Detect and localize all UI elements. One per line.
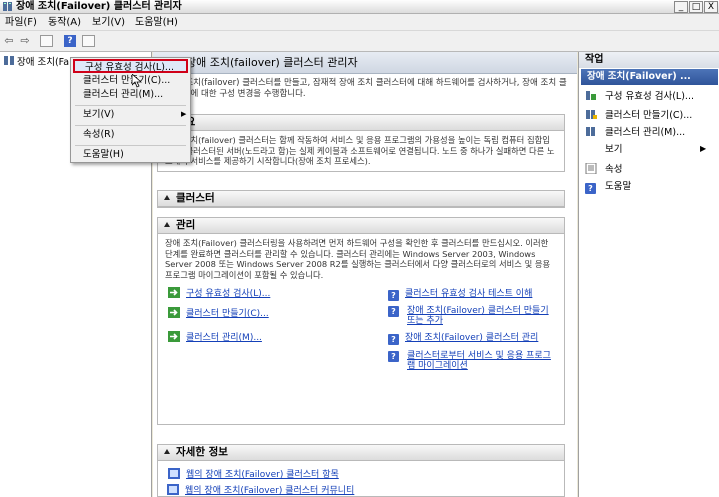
validate-config-link[interactable]: 구성 유효성 검사(L)... [168, 286, 270, 299]
action-pane-title: 작업 [579, 52, 719, 68]
overview-section: 개요 장애 조치(failover) 클러스터는 함께 작동하여 서비스 및 응… [157, 114, 565, 172]
center-pane: 장애 조치(failover) 클러스터 관리자 장애 조치(failover)… [153, 52, 577, 497]
manage-section: 관리 장애 조치(Failover) 클러스터링을 사용하려면 먼저 하드웨어 … [157, 217, 565, 425]
action-properties[interactable]: 속성 [585, 163, 622, 176]
help-icon: ? [388, 290, 399, 301]
back-arrow-icon[interactable]: ⇦ [2, 34, 16, 48]
collapse-icon [164, 222, 170, 227]
overview-header[interactable]: 개요 [158, 115, 564, 131]
green-arrow-icon [168, 331, 180, 342]
menu-bar: 파일(F) 동작(A) 보기(V) 도움말(H) [0, 14, 719, 31]
submenu-arrow-icon: ▶ [700, 144, 707, 153]
context-help[interactable]: 도움말(H) [73, 148, 188, 162]
manage-text: 장애 조치(Failover) 클러스터링을 사용하려면 먼저 하드웨어 구성을… [165, 238, 551, 280]
menu-help[interactable]: 도움말(H) [135, 14, 178, 31]
menu-separator [75, 125, 186, 126]
menu-separator [75, 145, 186, 146]
context-view[interactable]: 보기(V) [73, 108, 188, 122]
context-create-cluster[interactable]: 클러스터 만들기(C)... [73, 74, 188, 88]
menu-view[interactable]: 보기(V) [92, 14, 125, 31]
clusters-section: 클러스터 [157, 190, 565, 208]
collapse-icon [164, 449, 170, 454]
minimize-button[interactable]: _ [674, 1, 688, 13]
show-hide-action-pane-icon[interactable] [82, 35, 95, 47]
cluster-manager-icon [3, 2, 12, 11]
green-arrow-icon [168, 287, 180, 298]
context-properties[interactable]: 속성(R) [73, 128, 188, 142]
help-icon: ? [585, 183, 596, 194]
title-bar: 장애 조치(Failover) 클러스터 관리자 _ □ X [0, 0, 719, 14]
create-add-cluster-link[interactable]: ? 장애 조치(Failover) 클러스터 만들기 또는 추가 [388, 306, 558, 326]
menu-separator [75, 105, 186, 106]
intro-text: 장애 조치(failover) 클러스터를 만들고, 잠재적 장애 조치 클러스… [167, 78, 567, 99]
more-info-header[interactable]: 자세한 정보 [158, 445, 564, 461]
center-header: 장애 조치(failover) 클러스터 관리자 [153, 52, 577, 74]
help-icon: ? [388, 351, 399, 362]
action-pane-subheader[interactable]: 장애 조치(Failover) ... [581, 69, 718, 85]
forward-arrow-icon[interactable]: ⇨ [18, 34, 32, 48]
action-validate-config[interactable]: 구성 유효성 검사(L)... [585, 90, 694, 103]
properties-icon [585, 163, 597, 174]
toolbar: ⇦ ⇨ ? [0, 31, 719, 52]
cluster-manager-icon [4, 56, 14, 65]
maximize-button[interactable]: □ [689, 1, 703, 13]
manage-cluster-link[interactable]: 클러스터 관리(M)... [168, 330, 262, 343]
mouse-pointer-icon [132, 74, 142, 88]
action-pane: 작업 장애 조치(Failover) ... 구성 유효성 검사(L)... 클… [578, 52, 719, 497]
action-view[interactable]: 보기 [605, 144, 622, 156]
clusters-title: 클러스터 [176, 192, 215, 204]
more-info-title: 자세한 정보 [176, 446, 228, 458]
web-topics-link[interactable]: 웹의 장애 조치(Failover) 클러스터 항목 [168, 467, 339, 480]
context-manage-cluster[interactable]: 클러스터 관리(M)... [73, 88, 188, 102]
manage-header[interactable]: 관리 [158, 218, 564, 234]
action-manage-cluster[interactable]: 클러스터 관리(M)... [585, 126, 685, 139]
window-title: 장애 조치(Failover) 클러스터 관리자 [16, 1, 182, 12]
page-title: 장애 조치(failover) 클러스터 관리자 [186, 56, 358, 69]
action-create-cluster[interactable]: 클러스터 만들기(C)... [585, 109, 692, 122]
validate-icon [586, 91, 596, 100]
clusters-header[interactable]: 클러스터 [158, 191, 564, 207]
context-menu: 구성 유효성 검사(L)... 클러스터 만들기(C)... 클러스터 관리(M… [70, 57, 191, 163]
migrate-services-link[interactable]: ? 클러스터로부터 서비스 및 응용 프로그램 마이그레이션 [388, 351, 558, 371]
close-button[interactable]: X [704, 1, 718, 13]
context-validate-config[interactable]: 구성 유효성 검사(L)... [73, 59, 188, 73]
submenu-arrow-icon: ▶ [181, 110, 187, 118]
collapse-icon [164, 195, 170, 200]
understand-validation-link[interactable]: ? 클러스터 유효성 검사 테스트 이해 [388, 286, 532, 301]
create-cluster-icon [586, 110, 597, 119]
center-body: 장애 조치(failover) 클러스터를 만들고, 잠재적 장애 조치 클러스… [153, 74, 577, 497]
web-link-icon [168, 468, 180, 479]
overview-text: 장애 조치(failover) 클러스터는 함께 작동하여 서비스 및 응용 프… [165, 135, 555, 166]
web-link-icon [167, 484, 179, 495]
create-cluster-link[interactable]: 클러스터 만들기(C)... [168, 306, 269, 319]
tree-node-failover-cluster-manager[interactable]: 장애 조치(Fai [17, 54, 72, 68]
manage-failover-cluster-link[interactable]: ? 장애 조치(Failover) 클러스터 관리 [388, 330, 538, 345]
action-help[interactable]: ? 도움말 [585, 181, 631, 194]
menu-action[interactable]: 동작(A) [48, 14, 81, 31]
show-hide-console-tree-icon[interactable] [40, 35, 53, 47]
web-community-link[interactable]: 웹의 장애 조치(Failover) 클러스터 커뮤니티 [167, 483, 354, 496]
help-icon: ? [388, 334, 399, 345]
help-icon[interactable]: ? [64, 35, 76, 47]
green-arrow-icon [168, 307, 180, 318]
manage-cluster-icon [586, 127, 595, 136]
help-icon: ? [388, 306, 399, 317]
menu-file[interactable]: 파일(F) [5, 14, 37, 31]
manage-title: 관리 [176, 219, 196, 231]
